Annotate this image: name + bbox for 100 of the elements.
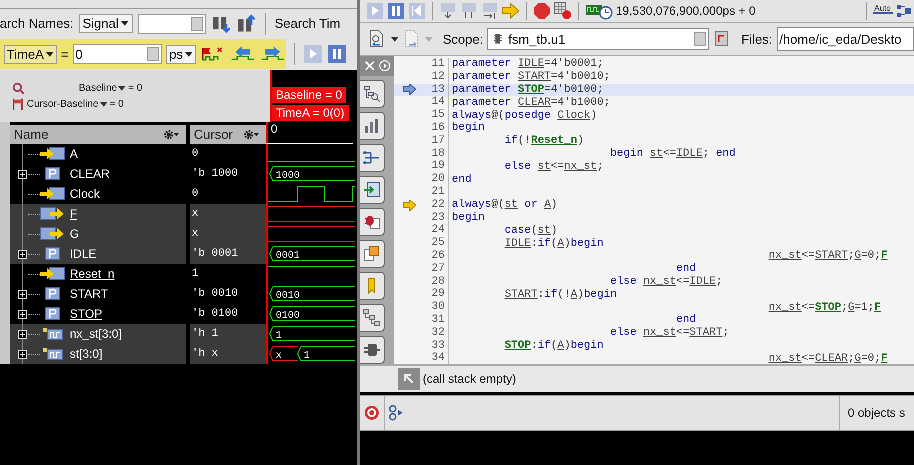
cursor-value: 'b 1000	[192, 168, 238, 180]
schematic-icon[interactable]	[896, 2, 914, 20]
bus-icon	[40, 327, 66, 341]
play-circle-icon[interactable]	[378, 60, 390, 72]
plug-icon[interactable]	[363, 341, 381, 359]
line-number: 18	[426, 148, 449, 160]
code-line: START:if(!A)begin	[504, 288, 618, 301]
tree-icon[interactable]	[363, 309, 381, 327]
expand-icon[interactable]	[18, 330, 26, 338]
time-field[interactable]: 0	[72, 44, 162, 64]
netlist-icon[interactable]	[363, 149, 381, 167]
code-line: else nx_st<=START;	[609, 327, 730, 340]
input-port-icon	[40, 147, 66, 161]
line-number: 26	[426, 250, 449, 263]
step-icon[interactable]	[439, 2, 457, 20]
bus-segment: 1000	[269, 166, 355, 182]
bus-segment: 0010	[269, 286, 355, 302]
time-marker-label[interactable]: Baseline = 0	[272, 87, 346, 103]
search-time-label: Search Tim	[274, 16, 341, 31]
pause-icon[interactable]	[327, 44, 347, 64]
code-line: nx_st<=STOP;G=1;F	[768, 302, 882, 314]
output-port-icon	[40, 207, 66, 221]
signal-name: F	[70, 207, 78, 221]
signal-row[interactable]: CLEAR	[10, 164, 186, 184]
current-line-arrow-icon	[403, 84, 417, 96]
signal-row[interactable]: STOP	[10, 304, 186, 324]
close-icon[interactable]	[364, 60, 376, 72]
name-column-header[interactable]: Name	[14, 127, 49, 142]
expand-icon[interactable]	[18, 250, 26, 258]
call-stack-text: (call stack empty)	[423, 372, 516, 386]
output-port-icon	[40, 227, 66, 241]
signal-row[interactable]: IDLE	[10, 244, 186, 264]
line-number: 29	[426, 288, 449, 302]
search-field[interactable]	[138, 14, 206, 34]
pause-icon[interactable]	[387, 2, 405, 20]
magnifier-icon[interactable]	[12, 82, 25, 94]
line-number: 21	[426, 186, 449, 199]
hierarchy-search-icon[interactable]	[363, 85, 381, 103]
cursor-value: x	[192, 208, 199, 220]
signal-row[interactable]: st[3:0]	[10, 344, 186, 364]
list-arrow-icon[interactable]	[363, 181, 381, 199]
chip-icon	[494, 33, 502, 45]
code-line: IDLE:if(A)begin	[504, 238, 604, 250]
arrow-up-left-icon[interactable]	[398, 368, 420, 390]
signal-row[interactable]: nx_st[3:0]	[10, 324, 186, 344]
chart-icon[interactable]	[363, 117, 381, 135]
bus-segment: 1	[269, 326, 355, 342]
scope-dropdown[interactable]: fsm_tb.u1	[487, 28, 710, 50]
target-icon[interactable]	[363, 404, 381, 422]
signal-row[interactable]: Reset_n	[10, 264, 186, 284]
code-line: always@(st or A)	[451, 199, 558, 212]
code-line: STOP:if(A)begin	[504, 340, 604, 352]
expand-icon[interactable]	[18, 350, 26, 358]
expand-icon[interactable]	[18, 290, 26, 298]
line-number: 27	[426, 262, 449, 276]
flags-icon[interactable]	[12, 98, 25, 110]
code-line: always@(posedge Clock)	[451, 110, 598, 122]
expand-icon[interactable]	[18, 310, 26, 318]
bus-icon	[40, 347, 66, 361]
documents-icon[interactable]	[363, 245, 381, 263]
line-number: 23	[426, 212, 449, 224]
line-number: 11	[426, 58, 449, 71]
time-marker-label[interactable]: TimeA = 0(0)	[272, 105, 349, 121]
search-back-icon[interactable]	[368, 30, 386, 48]
signal-name: st[3:0]	[70, 347, 103, 361]
signal-row[interactable]: Clock	[10, 184, 186, 204]
signal-name: START	[70, 287, 108, 301]
line-number: 28	[426, 276, 449, 288]
code-line: begin	[451, 122, 486, 134]
equals-sign: =	[61, 46, 69, 62]
settings-icon[interactable]	[164, 130, 180, 140]
baseline-label[interactable]: Baseline	[79, 82, 126, 94]
signal-row[interactable]: F	[10, 204, 186, 224]
clock-wave-icon	[585, 2, 613, 20]
files-field[interactable]: /home/ic_eda/Deskto	[776, 27, 914, 51]
files-label: Files:	[741, 32, 773, 46]
scope-label: Scope:	[443, 32, 484, 46]
signal-row[interactable]: G	[10, 224, 186, 244]
bus-segment: 0001	[269, 246, 355, 262]
arrow-right-icon[interactable]	[502, 2, 520, 20]
signal-row[interactable]: START	[10, 284, 186, 304]
signal-row[interactable]: A	[10, 144, 186, 164]
bug-icon[interactable]	[363, 213, 381, 231]
expand-icon[interactable]	[18, 170, 26, 178]
settings-icon[interactable]	[244, 130, 260, 140]
cursor-value: 'h x	[192, 348, 218, 360]
line-number: 30	[426, 301, 449, 314]
cursor-value: 0	[192, 148, 199, 160]
cursor-baseline-label[interactable]: Cursor-Baseline	[27, 98, 108, 110]
time-marker-dropdown[interactable]: TimeA	[4, 44, 58, 64]
code-line: parameter STOP=4'b0100;	[451, 84, 604, 96]
code-line: parameter CLEAR=4'b1000;	[451, 96, 610, 109]
binoculars-up-icon[interactable]	[236, 14, 256, 34]
bus-segment: 0100	[269, 306, 355, 322]
step-icon[interactable]	[460, 2, 478, 20]
step-icon[interactable]	[481, 2, 499, 20]
stop-icon[interactable]	[533, 2, 551, 20]
unit-dropdown[interactable]: ps	[166, 44, 196, 64]
record-grid-icon[interactable]	[554, 2, 572, 20]
signal-dropdown[interactable]: Signal	[78, 14, 133, 33]
